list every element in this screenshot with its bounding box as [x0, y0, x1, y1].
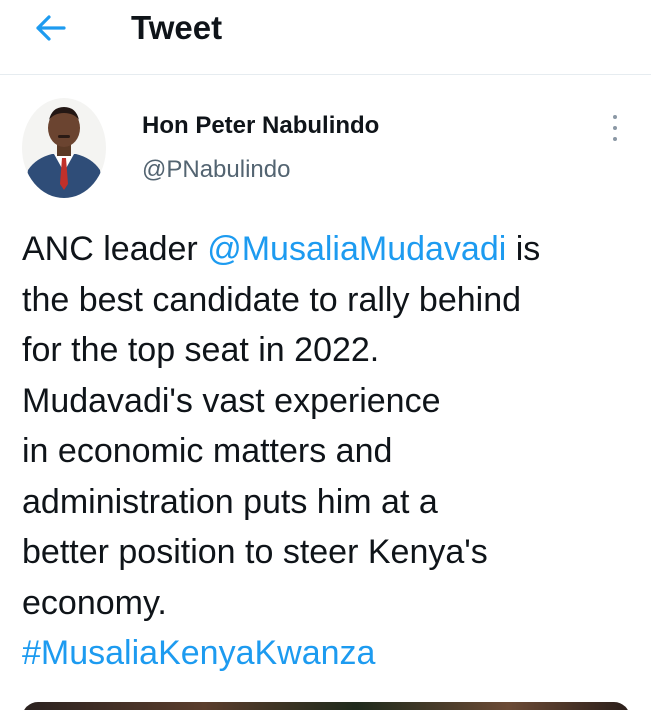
- mention-link[interactable]: @MusaliaMudavadi: [207, 230, 506, 268]
- hashtag-link[interactable]: #MusaliaKenyaKwanza: [22, 628, 642, 679]
- tweet-line-2: the best candidate to rally behind: [22, 280, 522, 319]
- top-bar: Tweet: [0, 0, 651, 75]
- tweet-text-segment: ANC leader: [22, 230, 208, 268]
- avatar[interactable]: [22, 98, 106, 198]
- tweet-line-7: better position to steer Kenya's: [22, 533, 488, 571]
- tweet-line-1: ANC leader @MusaliaMudavadi is: [22, 224, 642, 275]
- tweet-line-6: administration puts him at a: [22, 482, 438, 521]
- tweet-text: ANC leader @MusaliaMudavadi is the best …: [22, 224, 642, 679]
- tweet-line-5: in economic matters and: [22, 432, 393, 470]
- tweet-line-4: Mudavadi's vast experience: [22, 381, 441, 420]
- back-button[interactable]: [30, 8, 70, 48]
- tweet-text-segment: is: [506, 230, 541, 268]
- more-vertical-icon-dot: [613, 137, 617, 141]
- author-name[interactable]: Hon Peter Nabulindo: [142, 110, 379, 142]
- more-vertical-icon: [613, 115, 617, 119]
- more-options-button[interactable]: [603, 111, 627, 145]
- page-title: Tweet: [131, 9, 223, 46]
- tweet-line-8: economy.: [22, 583, 167, 622]
- tweet-line-3: for the top seat in 2022.: [22, 331, 380, 369]
- more-vertical-icon-dot: [613, 126, 617, 130]
- tweet-detail-page: Tweet Hon Peter Nabulindo @PNabulindo AN: [0, 0, 651, 710]
- profile-photo: [22, 98, 106, 198]
- arrow-left-icon: [36, 15, 66, 41]
- author-handle[interactable]: @PNabulindo: [142, 154, 290, 186]
- tweet-media-image[interactable]: [22, 702, 630, 710]
